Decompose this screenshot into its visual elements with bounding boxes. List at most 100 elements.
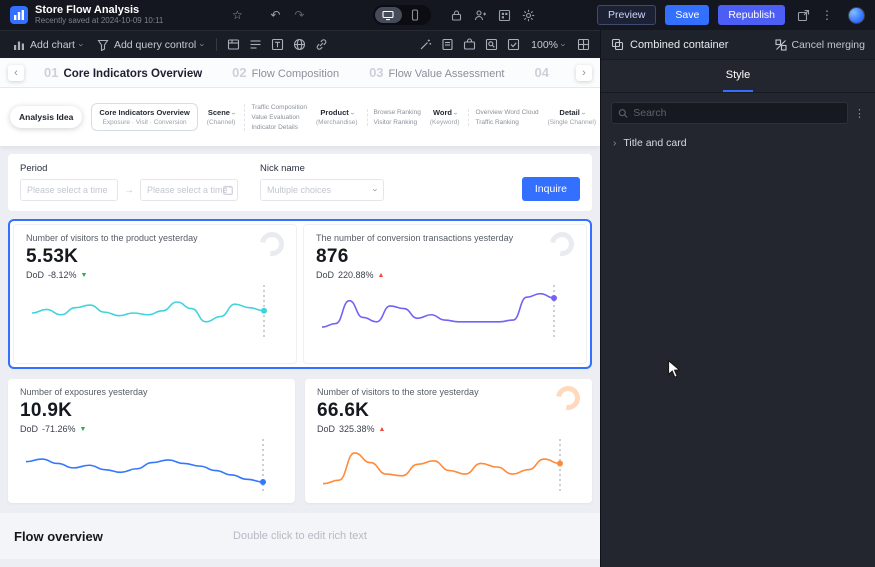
theme-wand-icon[interactable] <box>414 31 436 59</box>
trend-down-icon: ▼ <box>80 426 87 433</box>
flow-node-word[interactable]: Word› (Keyword) <box>430 108 460 126</box>
add-query-control-label: Add query control <box>114 39 196 51</box>
kpi-card-product-visitors[interactable]: Number of visitors to the product yester… <box>13 224 297 364</box>
resource-package-icon[interactable] <box>458 31 480 59</box>
sparkline-chart <box>316 283 574 341</box>
tab-number: 01 <box>44 65 58 80</box>
kpi-card-exposures[interactable]: Number of exposures yesterday 10.9K DoD … <box>8 379 295 503</box>
checklist-icon[interactable] <box>502 31 524 59</box>
zoom-level-value: 100% <box>531 39 558 51</box>
inquire-button[interactable]: Inquire <box>522 177 580 201</box>
tab-number: 04 <box>535 65 549 80</box>
chevron-down-icon: › <box>230 112 237 114</box>
document-title: Store Flow Analysis <box>35 4 163 16</box>
link-icon[interactable] <box>310 31 332 59</box>
tab-style[interactable]: Style <box>723 60 753 92</box>
save-button[interactable]: Save <box>665 5 709 25</box>
flow-child[interactable]: Overview Word Cloud <box>475 109 538 116</box>
flow-children-word: Overview Word Cloud Traffic Ranking <box>468 109 538 126</box>
web-page-icon[interactable] <box>288 31 310 59</box>
flow-children-scene: Traffic Composition Value Evaluation Ind… <box>244 104 307 131</box>
nickname-select[interactable]: Multiple choices › <box>260 179 384 201</box>
ungroup-icon <box>775 39 787 51</box>
flow-node-detail[interactable]: Detail› (Single Channel) <box>548 108 596 126</box>
flow-children-product: Browse Ranking Visitor Ranking <box>367 109 421 126</box>
zoom-level-dropdown[interactable]: 100% › <box>524 39 572 51</box>
chevron-down-icon: › <box>559 43 569 46</box>
export-icon[interactable] <box>791 9 815 22</box>
rich-text-block[interactable]: Flow overview Double click to edit rich … <box>0 513 600 559</box>
style-settings-panel: Combined container Cancel merging Style … <box>600 30 875 567</box>
analysis-flow-diagram: Analysis Idea Core Indicators Overview E… <box>0 88 600 146</box>
flow-node-scene[interactable]: Scene› (Channel) <box>207 108 236 126</box>
collaborate-icon[interactable] <box>469 9 493 22</box>
tab-label: Flow Composition <box>252 68 339 80</box>
dod-label: DoD <box>317 424 335 434</box>
section-title-and-card[interactable]: › Title and card <box>601 130 875 156</box>
preview-button[interactable]: Preview <box>597 5 656 25</box>
flow-node-core-indicators[interactable]: Core Indicators Overview Exposure · Visi… <box>91 103 197 131</box>
device-mode-toggle[interactable] <box>373 5 431 25</box>
trend-down-icon: ▼ <box>81 272 88 279</box>
trend-up-icon: ▲ <box>378 272 385 279</box>
panel-search-row: ⋮ <box>601 93 875 130</box>
search-options-kebab-icon[interactable]: ⋮ <box>854 107 865 120</box>
flow-child[interactable]: Traffic Composition <box>251 104 307 111</box>
style-search-input[interactable] <box>633 107 841 119</box>
search-component-icon[interactable] <box>480 31 502 59</box>
rich-text-placeholder[interactable]: Double click to edit rich text <box>144 530 456 542</box>
add-chart-label: Add chart <box>30 39 75 51</box>
selected-combined-container[interactable]: Number of visitors to the product yester… <box>8 219 592 369</box>
redo-icon[interactable]: ↷ <box>287 8 311 22</box>
lock-icon[interactable] <box>445 9 469 22</box>
app-logo-icon[interactable] <box>10 6 28 24</box>
report-settings-icon[interactable] <box>436 31 458 59</box>
grid-layout-icon[interactable] <box>572 31 594 59</box>
settings-gear-icon[interactable] <box>517 9 541 22</box>
period-start-input[interactable] <box>20 179 118 201</box>
flow-root-node[interactable]: Analysis Idea <box>10 106 82 128</box>
qr-preview-icon[interactable] <box>493 9 517 22</box>
republish-button[interactable]: Republish <box>718 5 785 25</box>
flow-child[interactable]: Value Evaluation <box>251 114 307 121</box>
chevron-down-icon: › <box>452 112 459 114</box>
toolbar-divider <box>216 38 217 51</box>
page-tab-flow-composition[interactable]: 02 Flow Composition <box>232 65 339 80</box>
user-avatar[interactable] <box>848 7 865 24</box>
tab-container-icon[interactable] <box>222 31 244 59</box>
panel-header: Combined container Cancel merging <box>601 30 875 60</box>
kpi-card-store-visitors[interactable]: Number of visitors to the store yesterda… <box>305 379 592 503</box>
dod-label: DoD <box>20 424 38 434</box>
page-tab-partial[interactable]: 04 <box>535 65 549 80</box>
favorite-star-icon[interactable]: ☆ <box>225 8 249 22</box>
cancel-merging-button[interactable]: Cancel merging <box>775 39 865 51</box>
flow-node-product[interactable]: Product› (Merchandise) <box>316 108 358 126</box>
query-control-panel: Period → Nick name Multiple choices <box>8 154 592 211</box>
flow-child[interactable]: Browse Ranking <box>374 109 421 116</box>
mobile-mode-icon[interactable] <box>402 7 429 23</box>
period-end-input[interactable] <box>140 179 238 201</box>
tabs-scroll-left-button[interactable]: ‹ <box>8 65 24 81</box>
add-chart-button[interactable]: Add chart › <box>6 31 90 59</box>
desktop-mode-icon[interactable] <box>375 7 402 23</box>
page-tab-core-indicators[interactable]: 01 Core Indicators Overview <box>44 65 202 80</box>
kpi-card-conversions[interactable]: The number of conversion transactions ye… <box>303 224 587 364</box>
undo-icon[interactable]: ↶ <box>263 8 287 22</box>
more-options-kebab-icon[interactable]: ⋮ <box>815 8 839 22</box>
dod-label: DoD <box>316 270 334 280</box>
flow-child[interactable]: Traffic Ranking <box>475 119 538 126</box>
style-search-box[interactable] <box>611 102 848 124</box>
page-tab-flow-value[interactable]: 03 Flow Value Assessment <box>369 65 504 80</box>
combined-container-icon <box>611 38 624 51</box>
list-layout-icon[interactable] <box>244 31 266 59</box>
dod-change: -71.26% <box>42 424 76 434</box>
flow-child[interactable]: Indicator Details <box>251 124 307 131</box>
add-query-control-button[interactable]: Add query control › <box>90 31 211 59</box>
chevron-down-icon: › <box>580 112 587 114</box>
flow-child[interactable]: Visitor Ranking <box>374 119 421 126</box>
nickname-label: Nick name <box>260 163 384 174</box>
tab-label: Flow Value Assessment <box>389 68 505 80</box>
panel-tab-bar: Style <box>601 60 875 93</box>
tabs-scroll-right-button[interactable]: › <box>576 65 592 81</box>
text-block-icon[interactable] <box>266 31 288 59</box>
